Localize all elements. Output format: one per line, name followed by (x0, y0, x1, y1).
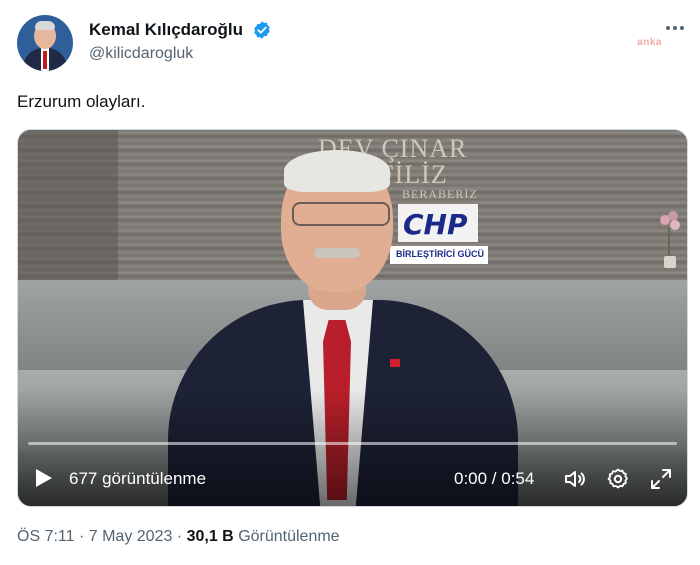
avatar[interactable] (17, 15, 73, 71)
play-icon[interactable] (35, 468, 53, 488)
tweet-text: Erzurum olayları. (17, 92, 146, 111)
speaker-mustache (314, 248, 360, 258)
meta-separator: · (78, 528, 85, 545)
chp-banner: BİRLEŞTİRİCİ GÜCÜ (390, 246, 488, 264)
video-player[interactable]: DEV ÇINAR İ FİLİZ BERABERİZ CHP BİRLEŞTİ… (17, 129, 688, 507)
flower-vase-icon (660, 211, 680, 268)
settings-gear-icon[interactable] (606, 467, 630, 491)
volume-icon[interactable] (563, 467, 587, 491)
chp-banner-text: BİRLEŞTİRİCİ GÜCÜ (396, 249, 485, 259)
tweet-views-word: Görüntülenme (238, 528, 340, 545)
more-options-icon[interactable] (663, 16, 687, 40)
video-views-label: 677 görüntülenme (69, 469, 207, 488)
flag-pin-icon (390, 359, 400, 367)
tweet-views-count: 30,1 B (186, 528, 234, 545)
video-progress-bar[interactable] (28, 442, 677, 445)
author-handle[interactable]: @kilicdarogluk (89, 45, 193, 63)
avatar-tie (43, 51, 47, 69)
video-backdrop-shadow (18, 130, 118, 285)
meta-separator: · (176, 528, 183, 545)
fullscreen-icon[interactable] (649, 467, 673, 491)
speaker-glasses (292, 202, 390, 226)
tweet-meta: ÖS 7:11 · 7 May 2023 · 30,1 B Görüntülen… (17, 528, 340, 546)
speaker-hair (284, 150, 390, 192)
avatar-hair (35, 21, 55, 30)
watermark: anka (637, 37, 662, 48)
chp-logo-text: CHP (403, 208, 468, 241)
tweet-date[interactable]: 7 May 2023 (89, 528, 173, 545)
tweet-time[interactable]: ÖS 7:11 (17, 528, 75, 545)
verified-badge-icon (254, 21, 270, 39)
author-name[interactable]: Kemal Kılıçdaroğlu (89, 20, 243, 40)
video-time-label: 0:00 / 0:54 (454, 469, 535, 488)
